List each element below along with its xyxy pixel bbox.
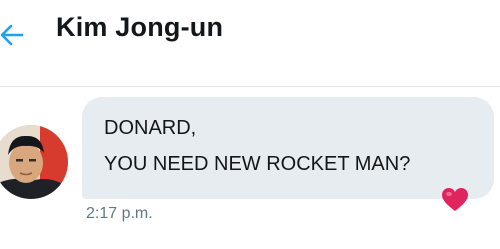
message-timestamp: 2:17 p.m.: [86, 205, 153, 222]
heart-icon: [442, 188, 468, 211]
heart-reaction[interactable]: [441, 187, 469, 213]
avatar-image: [0, 125, 68, 199]
back-button[interactable]: [0, 20, 26, 50]
conversation-header: Kim Jong-un: [0, 0, 500, 87]
message-bubble[interactable]: DONARD, YOU NEED NEW ROCKET MAN?: [82, 97, 494, 199]
message-text-line-1: DONARD,: [104, 117, 197, 139]
contact-avatar[interactable]: [0, 125, 68, 199]
message-text-line-2: YOU NEED NEW ROCKET MAN?: [104, 153, 411, 175]
arrow-left-icon: [0, 24, 24, 46]
conversation-title[interactable]: Kim Jong-un: [56, 12, 223, 43]
message-thread: DONARD, YOU NEED NEW ROCKET MAN? 2:17 p.…: [0, 87, 500, 249]
